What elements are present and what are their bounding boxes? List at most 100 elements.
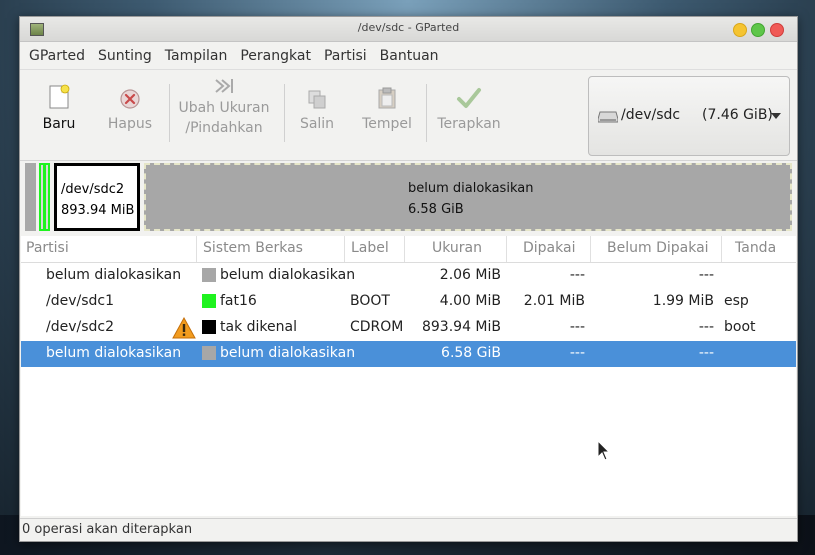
diskmap-sdc2[interactable]: /dev/sdc2 893.94 MiB bbox=[54, 163, 140, 231]
title-bar[interactable]: /dev/sdc - GParted bbox=[20, 17, 797, 42]
menu-bar: GParted Sunting Tampilan Perangkat Parti… bbox=[20, 42, 797, 70]
resize-move-button[interactable]: Ubah Ukuran /Pindahkan bbox=[178, 70, 270, 138]
column-label[interactable]: Label bbox=[351, 240, 389, 256]
cell-size: 4.00 MiB bbox=[439, 293, 501, 309]
cell-partition: belum dialokasikan bbox=[46, 267, 182, 283]
column-divider bbox=[344, 236, 345, 262]
gparted-window: /dev/sdc - GParted GParted Sunting Tampi… bbox=[19, 16, 798, 542]
cell-size: 6.58 GiB bbox=[441, 345, 501, 361]
table-row[interactable]: belum dialokasikan belum dialokasikan 2.… bbox=[21, 263, 796, 289]
paste-button[interactable]: Tempel bbox=[360, 70, 414, 134]
checkmark-icon bbox=[457, 88, 481, 108]
diskmap-unallocated-small[interactable] bbox=[25, 163, 36, 231]
diskmap-unalloc-label: belum dialokasikan bbox=[408, 181, 534, 196]
cell-partition: belum dialokasikan bbox=[46, 345, 182, 361]
cell-filesystem: fat16 bbox=[220, 293, 257, 309]
cell-filesystem: belum dialokasikan bbox=[220, 267, 356, 283]
window-title: /dev/sdc - GParted bbox=[357, 21, 460, 34]
column-divider bbox=[404, 236, 405, 262]
diskmap-unallocated-large[interactable]: belum dialokasikan 6.58 GiB bbox=[144, 163, 792, 231]
column-ukuran[interactable]: Ukuran bbox=[432, 240, 482, 256]
paste-label: Tempel bbox=[362, 116, 412, 132]
maximize-button[interactable] bbox=[751, 23, 765, 37]
table-row-selected[interactable]: belum dialokasikan belum dialokasikan 6.… bbox=[21, 341, 796, 367]
menu-perangkat[interactable]: Perangkat bbox=[235, 48, 319, 64]
table-row[interactable]: /dev/sdc1 fat16 BOOT 4.00 MiB 2.01 MiB 1… bbox=[21, 289, 796, 315]
cell-filesystem: belum dialokasikan bbox=[220, 345, 356, 361]
new-button[interactable]: Baru bbox=[36, 70, 82, 134]
column-partisi[interactable]: Partisi bbox=[26, 240, 69, 256]
table-header: Partisi Sistem Berkas Label Ukuran Dipak… bbox=[21, 236, 796, 263]
cell-unused: --- bbox=[698, 267, 714, 283]
cell-flags: esp bbox=[724, 293, 749, 309]
cell-used: --- bbox=[569, 267, 585, 283]
minimize-button[interactable] bbox=[733, 23, 747, 37]
cell-unused: --- bbox=[698, 345, 714, 361]
fs-color-swatch bbox=[202, 320, 216, 334]
warning-icon bbox=[172, 317, 196, 339]
delete-icon bbox=[120, 89, 140, 109]
delete-button[interactable]: Hapus bbox=[102, 70, 158, 134]
copy-label: Salin bbox=[299, 116, 335, 132]
disk-map: /dev/sdc2 893.94 MiB belum dialokasikan … bbox=[25, 163, 792, 231]
cell-used: --- bbox=[569, 345, 585, 361]
fs-color-swatch bbox=[202, 294, 216, 308]
new-label: Baru bbox=[42, 116, 76, 132]
column-belum-dipakai[interactable]: Belum Dipakai bbox=[607, 240, 709, 256]
status-bar: 0 operasi akan diterapkan bbox=[20, 518, 797, 541]
cell-flags: boot bbox=[724, 319, 756, 335]
paste-icon bbox=[378, 87, 396, 109]
hard-disk-icon bbox=[598, 111, 618, 123]
diskmap-unalloc-size: 6.58 GiB bbox=[408, 202, 464, 217]
apply-label: Terapkan bbox=[437, 116, 501, 132]
device-name: /dev/sdc bbox=[621, 107, 681, 123]
column-sistem-berkas[interactable]: Sistem Berkas bbox=[203, 240, 303, 256]
cell-filesystem: tak dikenal bbox=[220, 319, 297, 335]
column-divider bbox=[721, 236, 722, 262]
chevron-down-icon bbox=[771, 113, 781, 119]
column-divider bbox=[196, 236, 197, 262]
new-document-icon bbox=[49, 84, 70, 109]
cell-partition: /dev/sdc1 bbox=[46, 293, 115, 309]
cell-label: CDROM bbox=[350, 319, 404, 335]
cell-used: --- bbox=[569, 319, 585, 335]
cell-size: 2.06 MiB bbox=[439, 267, 501, 283]
menu-tampilan[interactable]: Tampilan bbox=[160, 48, 236, 64]
delete-label: Hapus bbox=[107, 116, 153, 132]
column-divider bbox=[590, 236, 591, 262]
table-row[interactable]: /dev/sdc2 tak dikenal CDROM 893.94 MiB -… bbox=[21, 315, 796, 341]
menu-bantuan[interactable]: Bantuan bbox=[375, 48, 447, 64]
copy-button[interactable]: Salin bbox=[296, 70, 338, 134]
cell-label: BOOT bbox=[350, 293, 390, 309]
toolbar-separator bbox=[426, 84, 427, 142]
resize-label-line2: /Pindahkan bbox=[185, 120, 263, 136]
close-button[interactable] bbox=[770, 23, 784, 37]
resize-label-line1: Ubah Ukuran bbox=[178, 100, 270, 116]
diskmap-sdc2-size: 893.94 MiB bbox=[61, 203, 135, 218]
resize-icon bbox=[215, 79, 233, 93]
cell-size: 893.94 MiB bbox=[421, 319, 501, 335]
fs-color-swatch bbox=[202, 268, 216, 282]
fs-color-swatch bbox=[202, 346, 216, 360]
device-selector[interactable]: /dev/sdc (7.46 GiB) bbox=[588, 76, 790, 156]
column-dipakai[interactable]: Dipakai bbox=[523, 240, 575, 256]
apply-button[interactable]: Terapkan bbox=[436, 70, 502, 134]
toolbar: Baru Hapus Ubah Ukuran /Pindahkan Salin … bbox=[20, 70, 797, 161]
mouse-cursor-icon bbox=[597, 440, 611, 461]
cell-used: 2.01 MiB bbox=[523, 293, 585, 309]
partition-table: Partisi Sistem Berkas Label Ukuran Dipak… bbox=[21, 236, 796, 516]
toolbar-separator bbox=[284, 84, 285, 142]
cell-partition: /dev/sdc2 bbox=[46, 319, 115, 335]
diskmap-sdc2-name: /dev/sdc2 bbox=[61, 182, 125, 197]
cell-unused: --- bbox=[698, 319, 714, 335]
menu-gparted[interactable]: GParted bbox=[24, 48, 93, 64]
menu-sunting[interactable]: Sunting bbox=[93, 48, 160, 64]
menu-partisi[interactable]: Partisi bbox=[319, 48, 375, 64]
column-divider bbox=[506, 236, 507, 262]
copy-icon bbox=[308, 90, 326, 109]
diskmap-sdc1[interactable] bbox=[39, 163, 50, 231]
cell-unused: 1.99 MiB bbox=[652, 293, 714, 309]
toolbar-separator bbox=[169, 84, 170, 142]
device-size: (7.46 GiB) bbox=[702, 107, 773, 123]
column-tanda[interactable]: Tanda bbox=[735, 240, 776, 256]
